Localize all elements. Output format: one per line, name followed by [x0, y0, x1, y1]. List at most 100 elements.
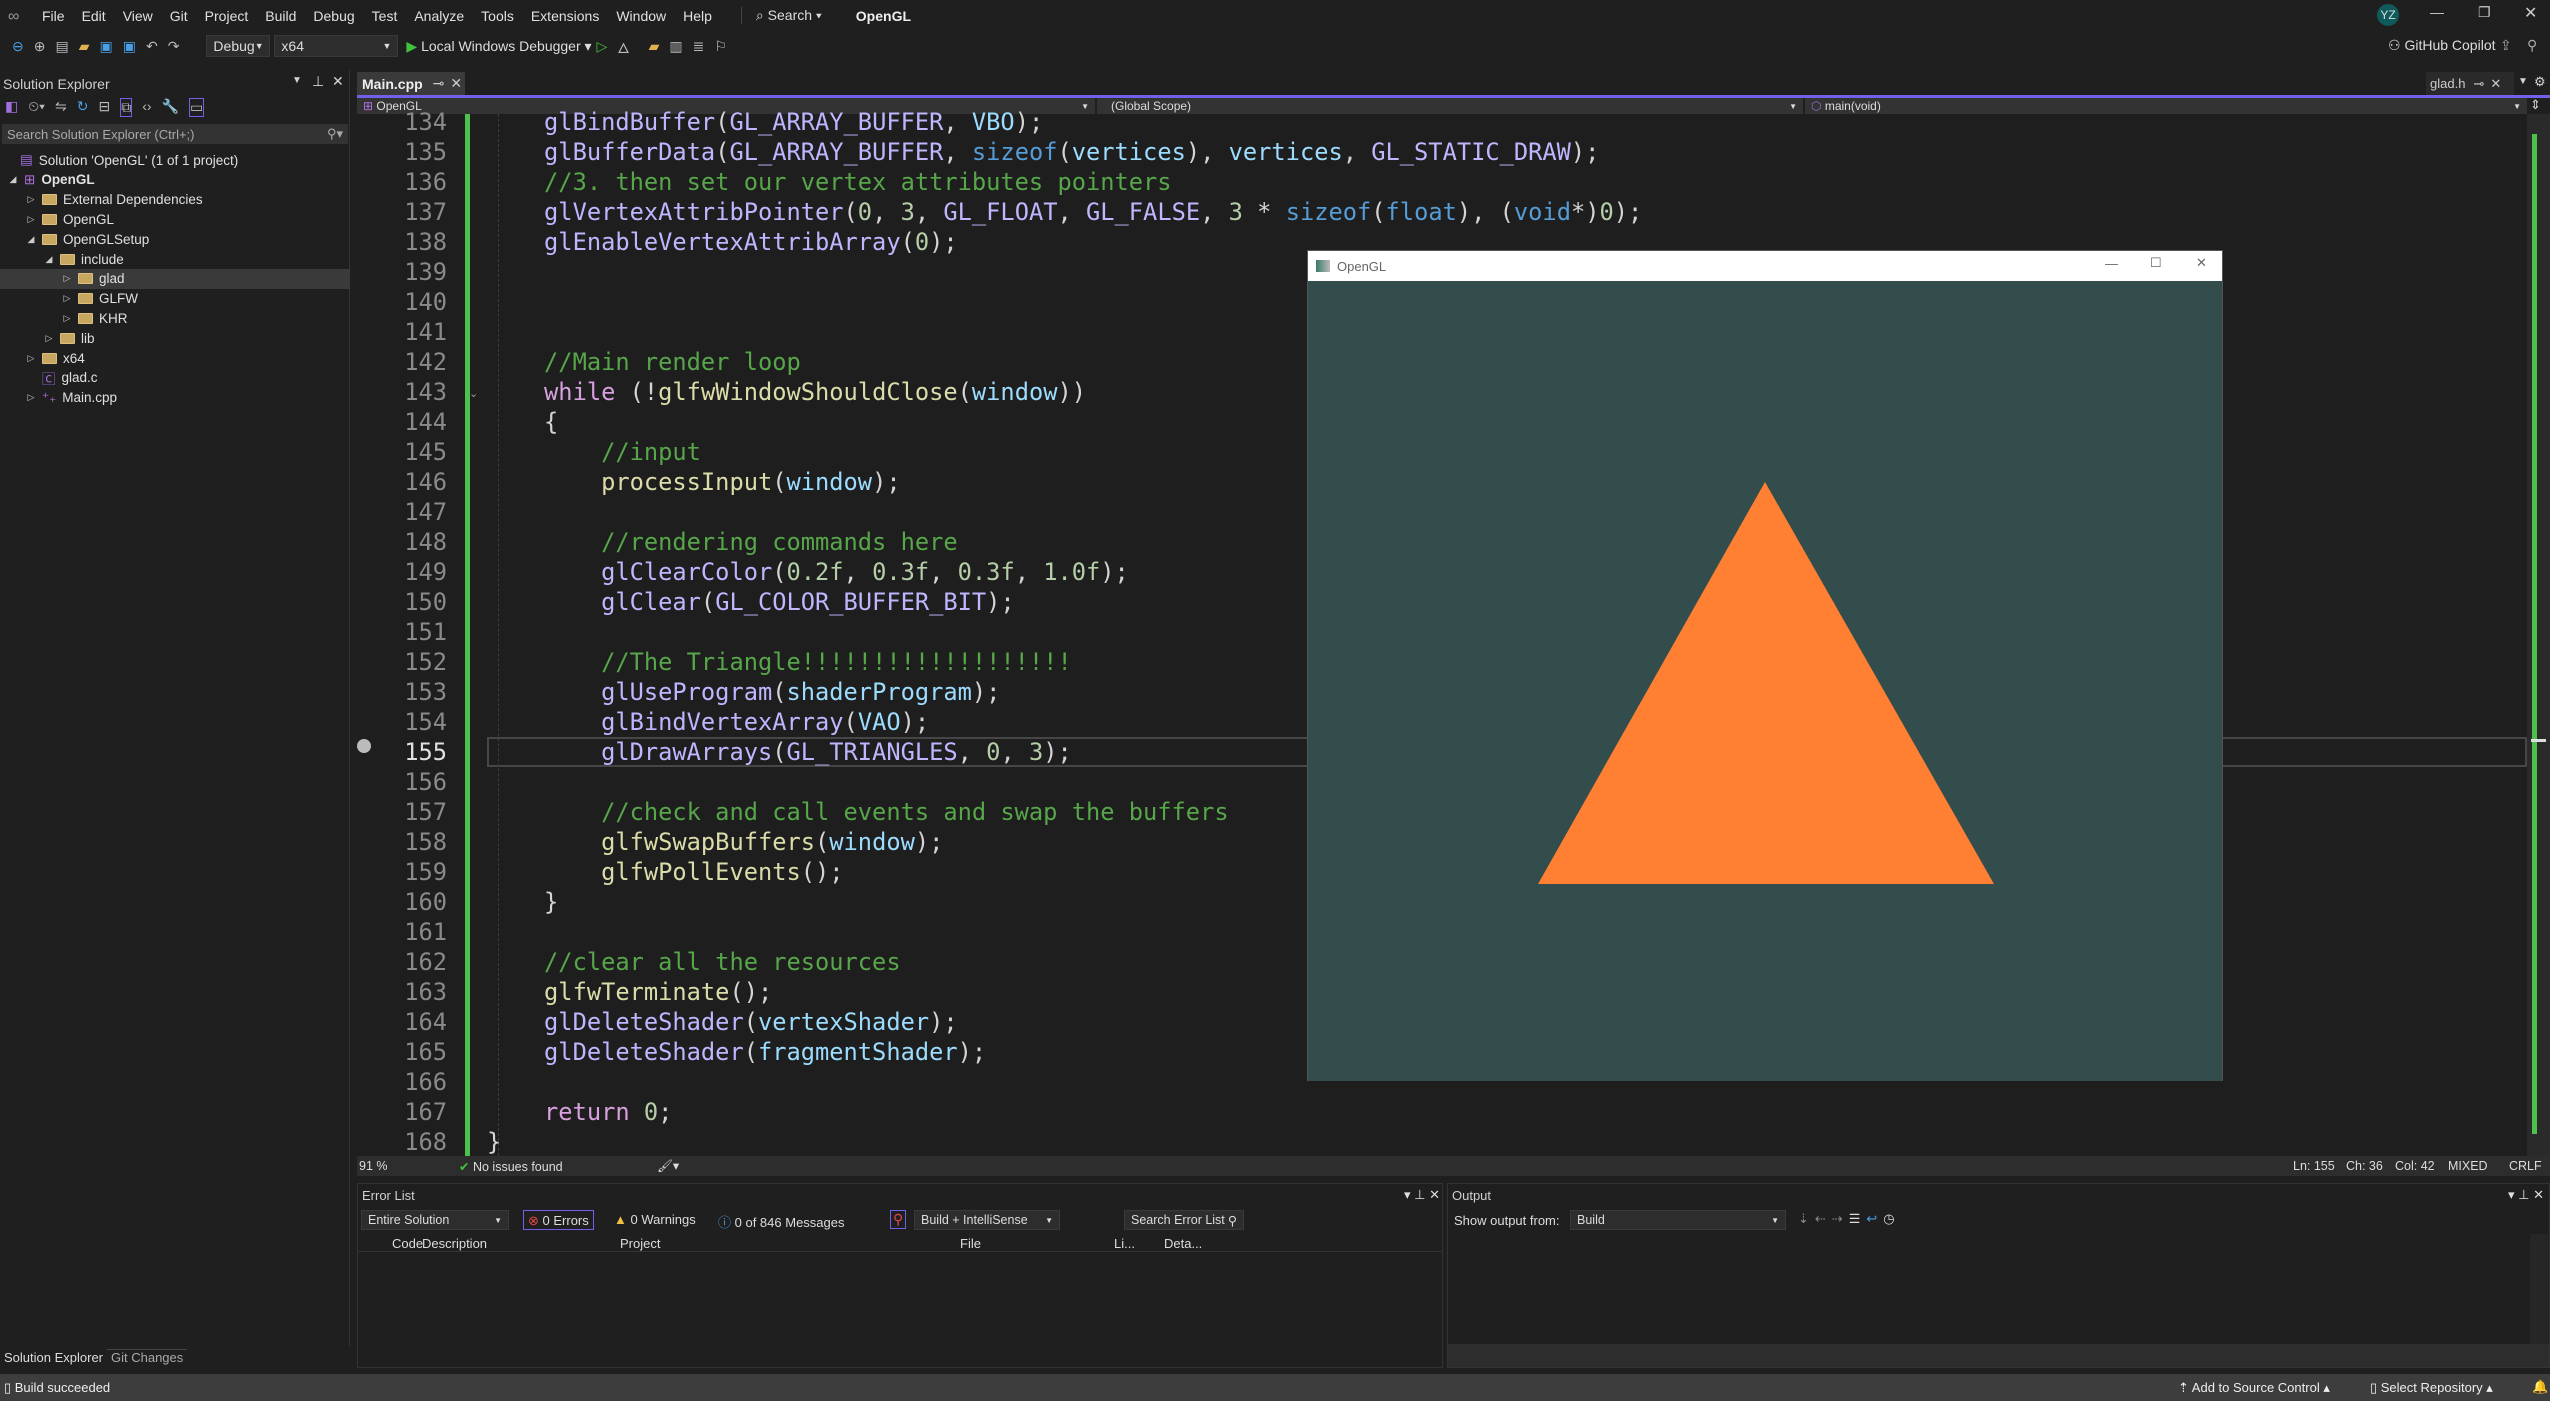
scope-filter-dropdown[interactable]: Entire Solution ▼ [361, 1210, 509, 1230]
code-line[interactable]: glClear(GL_COLOR_BUFFER_BIT); [487, 587, 1015, 617]
feedback-icon[interactable]: ⚲ [2527, 37, 2537, 54]
tree-item[interactable]: ◢ OpenGLSetup [0, 229, 350, 249]
tab-main-cpp[interactable]: Main.cpp ⊸ ✕ [357, 72, 465, 95]
build-source-dropdown[interactable]: Build + IntelliSense ▼ [914, 1210, 1060, 1230]
github-copilot-button[interactable]: ⚇ GitHub Copilot [2388, 37, 2496, 54]
close-panel-icon[interactable]: ✕ [332, 73, 344, 90]
tree-item[interactable]: ◢ ⊞ OpenGL [0, 170, 350, 190]
preview-icon[interactable]: ▭ [189, 98, 205, 117]
solution-explorer-search[interactable]: Search Solution Explorer (Ctrl+;) ⚲▾ [2, 124, 348, 144]
code-line[interactable]: //input [487, 437, 701, 467]
back-icon[interactable]: ⊖ [12, 38, 24, 55]
share-icon[interactable]: ⇪ [2500, 37, 2512, 54]
col-number[interactable]: Col: 42 [2395, 1159, 2435, 1173]
opengl-window[interactable]: OpenGL — ☐ ✕ [1307, 250, 2223, 1081]
column-header[interactable]: File [960, 1236, 981, 1251]
tree-item[interactable]: ▷ x64 [0, 348, 350, 368]
code-line[interactable]: glVertexAttribPointer(0, 3, GL_FLOAT, GL… [487, 197, 1642, 227]
collapsed-arrow-icon[interactable]: ▷ [60, 293, 74, 304]
select-repository-button[interactable]: ▯ Select Repository ▴ [2370, 1380, 2493, 1396]
column-header[interactable]: Code [392, 1236, 423, 1251]
pin-tab-icon[interactable]: ⊸ [433, 75, 445, 92]
code-line[interactable]: //Main render loop [487, 347, 801, 377]
open-icon[interactable]: ▰ [79, 38, 90, 55]
code-line[interactable]: //The Triangle!!!!!!!!!!!!!!!!!!! [487, 647, 1072, 677]
tab-overflow-icon[interactable]: ▼ [2518, 76, 2528, 87]
pending-changes-icon[interactable]: ⏲▾ [28, 98, 45, 117]
switch-views-icon[interactable]: ◧ [5, 98, 18, 117]
code-line[interactable]: glEnableVertexAttribArray(0); [487, 227, 958, 257]
restore-button[interactable]: ❐ [2478, 4, 2491, 21]
menu-git[interactable]: Git [170, 8, 188, 24]
tree-item[interactable]: 🄲glad.c [0, 368, 350, 388]
line-ending[interactable]: CRLF [2509, 1159, 2542, 1173]
code-line[interactable]: glUseProgram(shaderProgram); [487, 677, 1000, 707]
properties-icon[interactable]: 🔧 [162, 98, 179, 117]
column-header[interactable]: Project [620, 1236, 660, 1251]
code-line[interactable]: glfwTerminate(); [487, 977, 772, 1007]
output-controls[interactable]: ▾ ⊥ ✕ [2508, 1187, 2544, 1203]
code-line[interactable]: } [487, 887, 558, 917]
tree-item[interactable]: ▷ glad [0, 268, 350, 289]
warnings-filter-button[interactable]: ▲ 0 Warnings [614, 1212, 696, 1227]
tree-item[interactable]: ▷ lib [0, 328, 350, 348]
code-line[interactable]: return 0; [487, 1097, 672, 1127]
refresh-icon[interactable]: ↻ [77, 98, 89, 117]
collapsed-arrow-icon[interactable]: ▷ [24, 353, 38, 364]
messages-filter-button[interactable]: ⓘ 0 of 846 Messages [718, 1212, 845, 1231]
minimize-button[interactable]: — [2430, 4, 2444, 20]
tree-item[interactable]: ▷ GLFW [0, 289, 350, 309]
start-without-debugging-icon[interactable]: ▷ [597, 38, 608, 55]
expanded-arrow-icon[interactable]: ◢ [24, 234, 38, 245]
code-line[interactable]: } [487, 1127, 501, 1157]
code-line[interactable]: //check and call events and swap the buf… [487, 797, 1229, 827]
tree-item[interactable]: ▷ ⁺₊ Main.cpp [0, 388, 350, 408]
tree-item[interactable]: ◢ include [0, 249, 350, 269]
code-line[interactable]: processInput(window); [487, 467, 901, 497]
menu-tools[interactable]: Tools [481, 8, 514, 24]
code-line[interactable]: glDrawArrays(GL_TRIANGLES, 0, 3); [487, 737, 1072, 767]
collapsed-arrow-icon[interactable]: ▷ [60, 273, 74, 284]
hot-reload-icon[interactable]: 🜂 [617, 32, 629, 61]
tab-git-changes[interactable]: Git Changes [107, 1349, 188, 1365]
close-button[interactable]: ✕ [2524, 3, 2537, 23]
cleanup-icon[interactable]: 🖌▾ [657, 1158, 679, 1174]
output-text-area[interactable] [1448, 1234, 2528, 1344]
opengl-close-button[interactable]: ✕ [2196, 255, 2207, 271]
code-line[interactable]: glfwSwapBuffers(window); [487, 827, 943, 857]
column-header[interactable]: Description [422, 1236, 487, 1251]
menu-project[interactable]: Project [205, 8, 249, 24]
opengl-maximize-button[interactable]: ☐ [2150, 255, 2162, 271]
panel-menu-icon[interactable]: ▼ [292, 75, 302, 86]
menu-analyze[interactable]: Analyze [414, 8, 464, 24]
comment-icon[interactable]: ≣ [693, 38, 705, 55]
menu-edit[interactable]: Edit [82, 8, 106, 24]
menu-extensions[interactable]: Extensions [531, 8, 599, 24]
scope-dropdown[interactable]: (Global Scope) ▼ [1097, 98, 1803, 114]
menu-debug[interactable]: Debug [313, 8, 354, 24]
menu-test[interactable]: Test [372, 8, 398, 24]
code-line[interactable]: glClearColor(0.2f, 0.3f, 0.3f, 1.0f); [487, 557, 1129, 587]
pin-icon[interactable]: ⊥ [312, 73, 324, 90]
menu-window[interactable]: Window [616, 8, 666, 24]
output-source-dropdown[interactable]: Build ▼ [1570, 1210, 1786, 1230]
show-all-files-icon[interactable]: ⧉ [120, 98, 133, 117]
close-tab-icon[interactable]: ✕ [450, 75, 462, 92]
collapse-all-icon[interactable]: ⊟ [99, 98, 111, 117]
code-line[interactable]: glBindVertexArray(VAO); [487, 707, 929, 737]
code-line[interactable]: //rendering commands here [487, 527, 958, 557]
code-line[interactable]: //3. then set our vertex attributes poin… [487, 167, 1172, 197]
tree-item[interactable]: ▷ External Dependencies [0, 190, 350, 210]
build-icon[interactable]: ▥ [669, 38, 682, 55]
tab-solution-explorer[interactable]: Solution Explorer [0, 1350, 107, 1365]
tab-glad-h[interactable]: glad.h ⊸ ✕ [2426, 72, 2514, 95]
forward-icon[interactable]: ⊕ [34, 38, 46, 55]
errors-filter-button[interactable]: ⊗ 0 Errors [523, 1210, 594, 1230]
menu-help[interactable]: Help [683, 8, 712, 24]
redo-icon[interactable]: ↷ [168, 38, 180, 55]
close-tab-icon[interactable]: ✕ [2490, 76, 2501, 92]
tree-item[interactable]: ▷ OpenGL [0, 209, 350, 229]
collapsed-arrow-icon[interactable]: ▷ [24, 392, 38, 403]
undo-icon[interactable]: ↶ [146, 38, 158, 55]
notifications-icon[interactable]: 🔔 [2532, 1379, 2548, 1395]
